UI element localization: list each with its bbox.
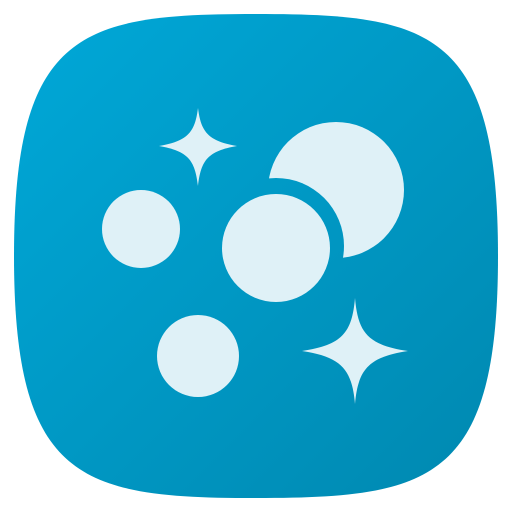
bubbles-sparkle-app-icon[interactable] — [0, 0, 512, 512]
app-icon-canvas — [0, 0, 512, 512]
bubble-small-bottom-icon — [157, 315, 239, 397]
bubble-small-left-icon — [102, 190, 180, 268]
bubble-medium-icon — [222, 194, 330, 302]
